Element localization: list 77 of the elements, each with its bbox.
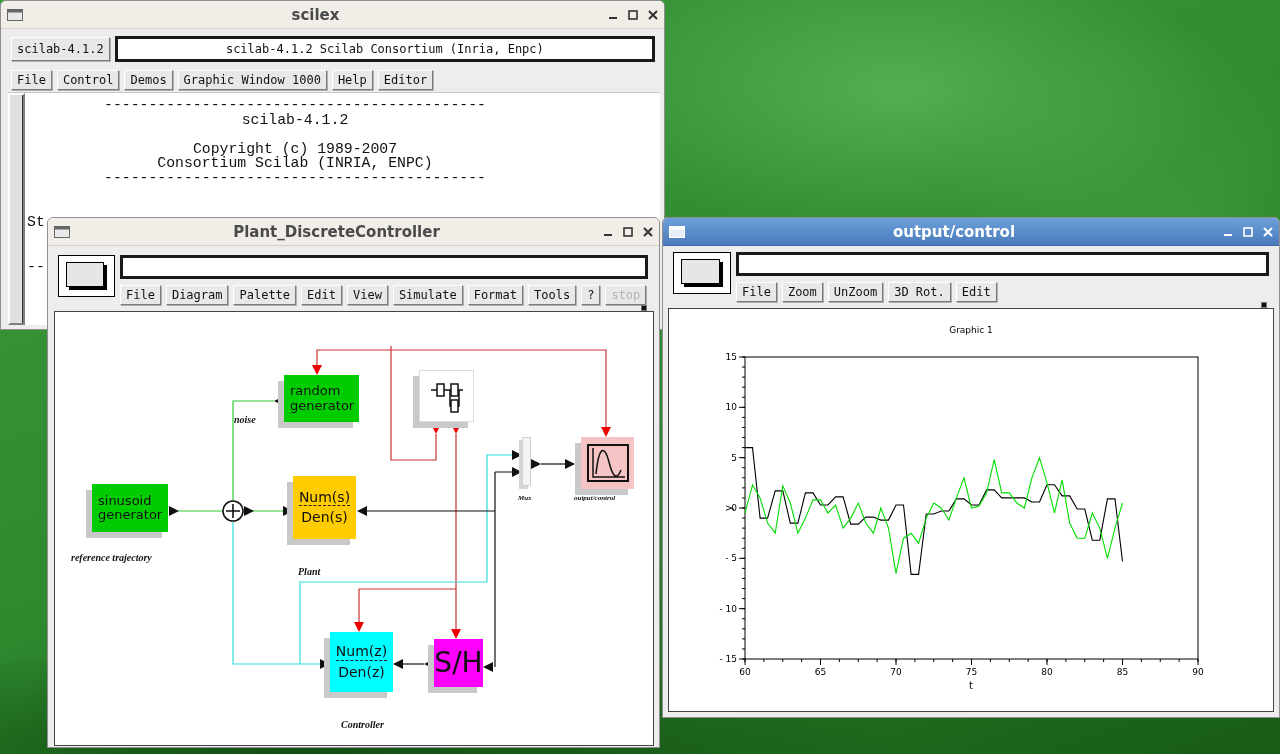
tick-label: 5 [731, 452, 737, 463]
menu-button[interactable]: Help [331, 70, 373, 90]
menu-button[interactable]: UnZoom [827, 282, 884, 302]
window-title: scilex [290, 5, 341, 24]
menu-button[interactable]: Edit [301, 285, 342, 305]
console-line: Consortium Scilab (INRIA, ENPC) [157, 156, 433, 171]
console-line: ------------------------------------------- [104, 170, 486, 185]
menu-button[interactable]: Edit [955, 282, 997, 302]
tick-label: 15 [725, 352, 737, 362]
scrollbar[interactable] [8, 93, 25, 325]
menu-button[interactable]: Format [467, 285, 524, 305]
tick-label: 85 [1116, 667, 1129, 677]
console-line: scilab-4.1.2 [241, 112, 349, 127]
window-title: Plant_DiscreteController [232, 222, 441, 241]
block-label: sinusoid [98, 493, 152, 508]
menu-button[interactable]: Zoom [781, 282, 823, 302]
console-line: -- [27, 259, 45, 274]
wave-icon [586, 444, 629, 482]
menu-button[interactable]: Tools [528, 285, 577, 305]
close-icon[interactable] [643, 226, 653, 237]
resize-handle[interactable] [641, 305, 647, 311]
tick-label: 10 [725, 402, 737, 413]
menu-button[interactable]: Simulate [392, 285, 463, 305]
message-field[interactable] [120, 255, 648, 279]
version-button[interactable]: scilab-4.1.2 [11, 37, 110, 61]
window-menu-icon[interactable] [54, 225, 70, 238]
denominator-text: Den(z) [338, 664, 385, 680]
message-field[interactable]: scilab-4.1.2 Scilab Consortium (Inria, Enpc) [114, 36, 655, 62]
menu-button[interactable]: View [346, 285, 388, 305]
block-caption: reference trajectory [71, 552, 152, 563]
sum-block[interactable] [222, 500, 244, 522]
maximize-icon[interactable] [628, 9, 638, 20]
chart-title: Graphic 1 [949, 325, 993, 335]
tick-label: 90 [1192, 667, 1204, 677]
menu-button[interactable]: 3D Rot. [888, 282, 951, 302]
block-caption: Controller [341, 719, 384, 730]
menu-button[interactable]: Palette [233, 285, 297, 305]
menu-button[interactable]: Control [56, 70, 120, 90]
menu-button[interactable]: File [120, 285, 161, 305]
window-icon[interactable] [673, 252, 731, 294]
menu-button[interactable]: Graphic Window 1000 [177, 70, 327, 90]
block-label: random [290, 384, 341, 399]
block-label: S/H [434, 647, 483, 679]
block-label: generator [98, 508, 163, 523]
block-caption: noise [234, 414, 256, 425]
close-icon[interactable] [648, 9, 658, 20]
denominator-text: Den(s) [301, 510, 348, 526]
tick-label: - 10 [719, 603, 737, 614]
axis-label: t [969, 680, 973, 691]
console-line: St [27, 215, 45, 230]
tick-label: - 5 [725, 553, 737, 564]
tick-label: 60 [739, 667, 751, 677]
window-menu-icon[interactable] [7, 8, 23, 21]
menu-button[interactable]: ? [581, 285, 601, 305]
numerator-text: Num(s) [298, 489, 351, 506]
menu-button[interactable]: File [11, 70, 52, 90]
tick-label: 75 [965, 667, 978, 677]
menu-button[interactable]: Diagram [165, 285, 229, 305]
tick-label: 80 [1041, 667, 1053, 677]
window-title: output/control [891, 222, 1017, 241]
console-line: Copyright (c) 1989-2007 [192, 141, 398, 156]
block-label: generator [290, 398, 355, 413]
tick-label: 65 [814, 667, 827, 677]
maximize-icon[interactable] [623, 226, 633, 237]
tick-label: - 15 [719, 654, 737, 664]
block-caption: Plant [298, 566, 321, 577]
window-icon[interactable] [58, 255, 115, 297]
console-line: ------------------------------------------- [104, 98, 486, 113]
menu-button[interactable]: Demos [124, 70, 173, 90]
tick-label: 70 [890, 667, 902, 677]
tick-label: 0 [731, 503, 737, 513]
numerator-text: Num(z) [335, 644, 388, 661]
resize-handle[interactable] [1261, 302, 1267, 308]
menu-button[interactable]: File [736, 282, 777, 302]
axis-label: y [723, 505, 734, 511]
menu-button[interactable]: Editor [377, 70, 434, 90]
message-field[interactable] [736, 252, 1269, 276]
